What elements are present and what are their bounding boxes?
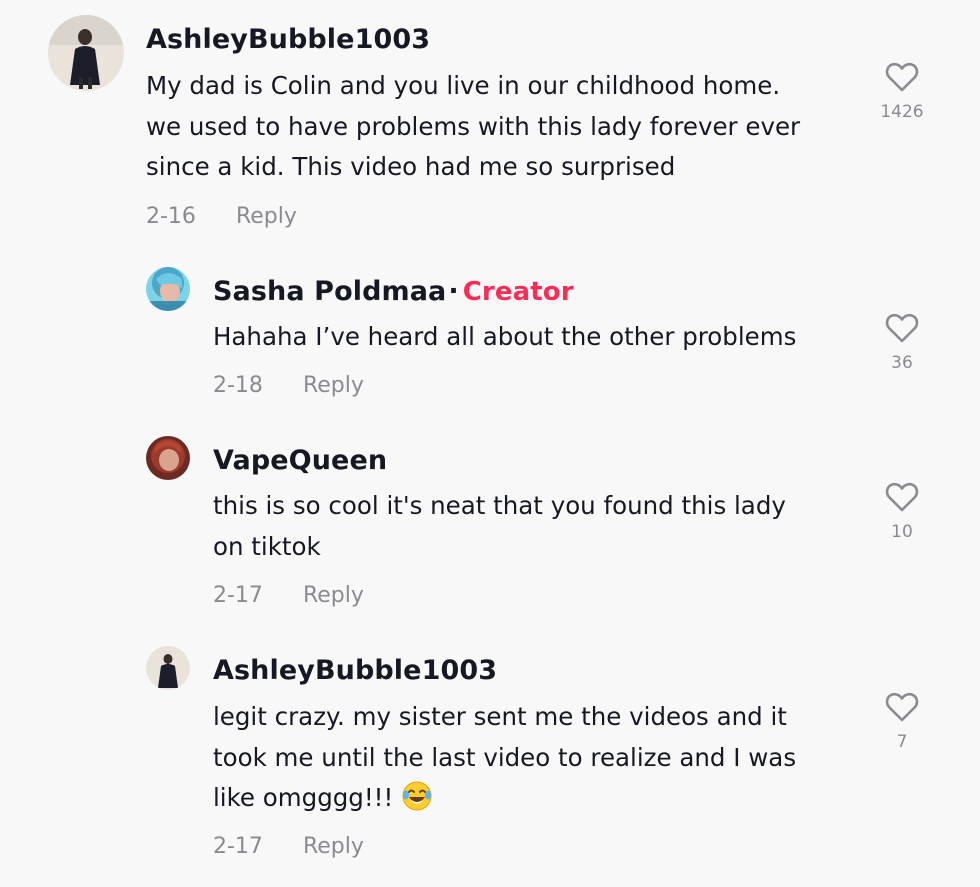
like-button[interactable]: 7 <box>867 692 937 752</box>
avatar[interactable] <box>146 267 190 311</box>
like-count: 1426 <box>880 102 924 122</box>
like-button[interactable]: 36 <box>867 313 937 373</box>
comment-meta: 2-17 Reply <box>213 834 364 859</box>
like-button[interactable]: 1426 <box>867 62 937 122</box>
comment-username[interactable]: VapeQueen <box>213 445 387 476</box>
comment-date: 2-16 <box>146 204 196 229</box>
comment-date: 2-17 <box>213 583 263 608</box>
face-with-tears-of-joy-emoji <box>402 781 432 811</box>
comment-username[interactable]: AshleyBubble1003 <box>146 24 430 55</box>
avatar[interactable] <box>146 646 190 690</box>
heart-outline-icon <box>885 482 919 512</box>
comment-text: My dad is Colin and you live in our chil… <box>146 71 801 181</box>
comment-meta: 2-17 Reply <box>213 583 364 608</box>
comment-date: 2-17 <box>213 834 263 859</box>
separator-dot: · <box>448 276 459 307</box>
heart-outline-icon <box>885 692 919 722</box>
reply-button[interactable]: Reply <box>236 204 297 229</box>
comment-text: this is so cool it's neat that you found… <box>213 491 786 561</box>
comment-text-content: legit crazy. my sister sent me the video… <box>213 702 797 812</box>
reply-button[interactable]: Reply <box>303 834 364 859</box>
reply-button[interactable]: Reply <box>303 583 364 608</box>
like-count: 7 <box>896 732 908 752</box>
comment-text: Hahaha I’ve heard all about the other pr… <box>213 322 797 351</box>
comment-meta: 2-16 Reply <box>146 204 297 229</box>
comment-text: legit crazy. my sister sent me the video… <box>213 697 796 819</box>
creator-badge: Creator <box>462 277 574 307</box>
comment-meta: 2-18 Reply <box>213 373 364 398</box>
avatar[interactable] <box>146 436 190 480</box>
creator-username[interactable]: Sasha Poldmaa <box>213 276 446 307</box>
like-count: 10 <box>891 522 913 542</box>
reply-button[interactable]: Reply <box>303 373 364 398</box>
like-count: 36 <box>891 353 913 373</box>
heart-outline-icon <box>885 62 919 92</box>
like-button[interactable]: 10 <box>867 482 937 542</box>
avatar[interactable] <box>48 15 124 91</box>
comment-date: 2-18 <box>213 373 263 398</box>
comment-username[interactable]: AshleyBubble1003 <box>213 655 497 686</box>
heart-outline-icon <box>885 313 919 343</box>
comment-username: Sasha Poldmaa· Creator <box>213 276 574 307</box>
